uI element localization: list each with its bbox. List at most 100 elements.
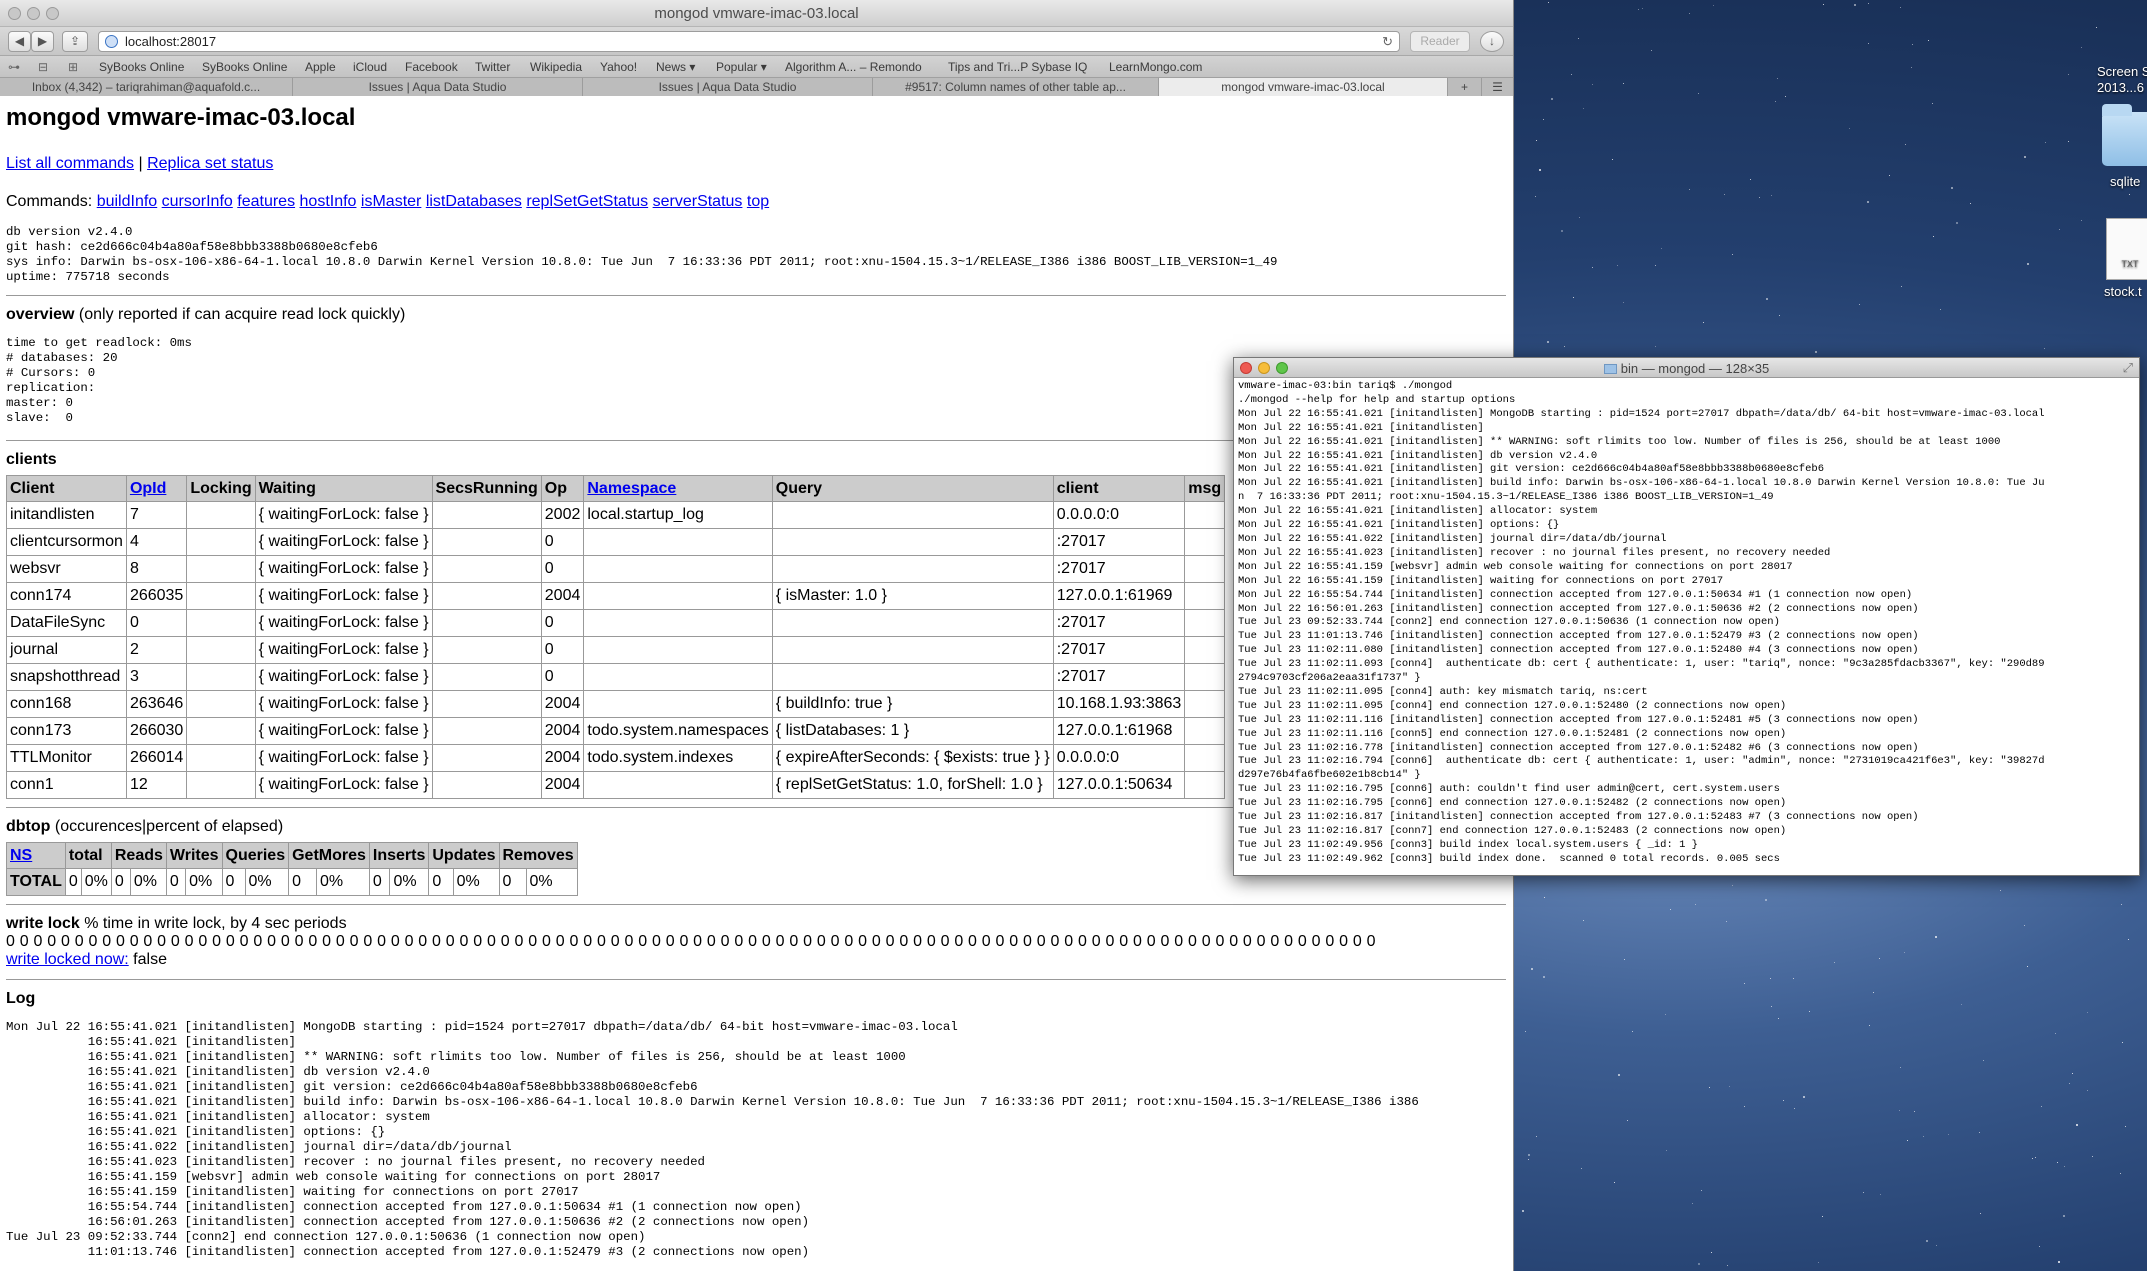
desktop-icon-screenshot[interactable]: Screen S 2013...6 [2080,38,2147,95]
table-cell [431,690,542,718]
star [1777,77,1779,79]
star [2095,26,2097,28]
star [1955,222,1958,225]
star [1571,74,1573,76]
star [1623,959,1625,961]
star [1948,1134,1950,1136]
table-cell [771,636,1054,664]
star [1743,1105,1745,1107]
new-tab-button[interactable]: + [1448,78,1482,98]
star [1572,297,1574,299]
star [1999,889,2001,891]
star [1547,340,1550,343]
ns-column-link[interactable]: NS [10,847,32,864]
bookmark-item[interactable]: Algorithm A... – Remondo [785,60,922,74]
terminal-window[interactable]: bin — mongod — 128×35 ⤢ vmware-imac-03:b… [1233,357,2140,876]
table-cell: conn168 [6,690,127,718]
forward-button[interactable]: ▶ [31,31,54,52]
star [1743,983,1745,985]
tab-issues-2[interactable]: Issues | Aqua Data Studio [583,78,873,98]
list-all-commands-link[interactable]: List all commands [6,155,134,172]
bookmark-item[interactable]: LearnMongo.com [1109,60,1202,74]
back-arrow-icon: ◀ [14,34,25,48]
bookmark-item[interactable]: Yahoo! [600,60,637,74]
table-cell [431,609,542,637]
write-locked-now-link[interactable]: write locked now: [6,951,129,968]
dbtop-heading: dbtop [6,818,51,835]
tab-mongod[interactable]: mongod vmware-imac-03.local [1159,78,1448,98]
star [1868,42,1870,44]
command-listdatabases-link[interactable]: listDatabases [426,193,522,210]
address-bar[interactable]: localhost:28017 ↻ [98,31,1400,52]
column-header[interactable]: NS [6,842,66,869]
star [1777,1017,1779,1019]
top-sites-grid-icon[interactable]: ⊞ [68,60,78,74]
command-top-link[interactable]: top [747,193,769,210]
command-buildinfo-link[interactable]: buildInfo [97,193,158,210]
tab-issues-1[interactable]: Issues | Aqua Data Studio [293,78,583,98]
command-features-link[interactable]: features [237,193,295,210]
bookmarks-book-icon[interactable]: ⊟ [38,60,48,74]
share-button[interactable]: ⇪ [62,31,88,52]
share-icon: ⇪ [69,34,81,48]
terminal-output[interactable]: vmware-imac-03:bin tariq$ ./mongod ./mon… [1234,378,2139,875]
star [2068,74,2070,76]
reload-icon[interactable]: ↻ [1382,32,1393,51]
desktop-icon-stock[interactable]: TXT stock.t [2080,218,2147,299]
replica-set-status-link[interactable]: Replica set status [147,155,273,172]
tab-inbox[interactable]: Inbox (4,342) – tariqrahiman@aquafold.c.… [0,78,293,98]
command-replsetgetstatus-link[interactable]: replSetGetStatus [526,193,648,210]
back-button[interactable]: ◀ [8,31,31,52]
column-header: Waiting [254,475,433,502]
table-cell: 0 [288,868,318,896]
star [1698,1263,1701,1266]
table-cell [583,690,773,718]
command-cursorinfo-link[interactable]: cursorInfo [162,193,233,210]
bookmark-item[interactable]: Wikipedia [530,60,582,74]
sortable-column-link[interactable]: Namespace [587,480,676,497]
bookmark-item[interactable]: Tips and Tri...P Sybase IQ [948,60,1087,74]
star [1982,1059,1984,1061]
bookmark-item[interactable]: Apple [305,60,336,74]
bookmark-item[interactable]: SyBooks Online [99,60,184,74]
divider [6,979,1506,980]
star [1694,904,1696,906]
command-ismaster-link[interactable]: isMaster [361,193,421,210]
table-cell: 263646 [125,690,188,718]
reader-button[interactable]: Reader [1410,31,1470,52]
star [1665,1150,1667,1151]
command-serverstatus-link[interactable]: serverStatus [653,193,743,210]
bookmark-item[interactable]: Twitter [475,60,510,74]
star [1650,49,1652,51]
column-header[interactable]: OpId [125,475,188,502]
table-cell: 2004 [540,717,585,745]
star [1879,1194,1881,1196]
star [1669,909,1671,911]
table-cell: 0 [540,555,585,583]
tab-ticket-9517[interactable]: #9517: Column names of other table ap... [873,78,1159,98]
table-cell: 0 [64,868,82,896]
bookmark-item[interactable]: iCloud [353,60,387,74]
star [1535,140,1537,142]
bookmark-item[interactable]: Facebook [405,60,458,74]
star [1879,957,1881,959]
table-header-row: Client OpId Locking Waiting SecsRunning Op Nam… [6,475,1226,502]
star [1817,1262,1819,1264]
star [1564,346,1566,348]
column-header: client [1052,475,1186,502]
table-cell [431,582,542,610]
column-header[interactable]: Namespace [583,475,773,502]
sortable-column-link[interactable]: OpId [130,480,166,497]
command-hostinfo-link[interactable]: hostInfo [300,193,357,210]
downloads-button[interactable]: ↓ [1480,31,1504,52]
bookmark-item[interactable]: SyBooks Online [202,60,287,74]
reading-list-icon[interactable]: ⊶ [8,60,20,74]
star [2124,1125,2126,1127]
star [2091,1155,2093,1157]
tab-overview-button[interactable]: ☰ [1482,78,1513,98]
terminal-titlebar: bin — mongod — 128×35 ⤢ [1234,358,2139,378]
desktop-icon-sqlite[interactable]: sqlite [2080,104,2147,189]
bookmark-menu-news[interactable]: News ▾ [656,60,695,74]
fullscreen-icon[interactable]: ⤢ [2123,360,2133,376]
bookmark-menu-popular[interactable]: Popular ▾ [716,60,767,74]
